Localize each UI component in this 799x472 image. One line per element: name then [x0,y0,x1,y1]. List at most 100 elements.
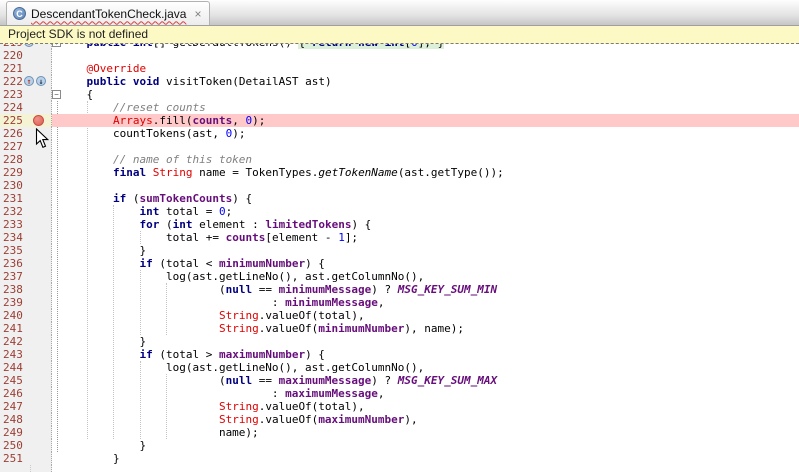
gutter[interactable]: 222↑↓ [0,75,52,88]
code-text[interactable]: log(ast.getLineNo(), ast.getColumnNo(), [60,270,799,283]
code-token: // name of this token [60,153,252,166]
code-line: 220 [0,49,799,62]
code-token: @Override [87,62,147,75]
code-text[interactable]: // name of this token [60,153,799,166]
gutter[interactable]: 225 [0,114,52,127]
tab-close-icon[interactable]: × [194,8,201,20]
fold-toggle-icon[interactable]: + [52,44,61,47]
code-token: ) { [305,348,325,361]
gutter[interactable]: 235 [0,244,52,257]
code-token: ) { [351,218,371,231]
code-token [126,75,133,88]
code-token: MSG_KEY_SUM_MAX [398,374,497,387]
gutter[interactable]: 251 [0,452,52,465]
gutter[interactable]: 244 [0,361,52,374]
code-text[interactable]: log(ast.getLineNo(), ast.getColumnNo(), [60,361,799,374]
gutter[interactable]: 240 [0,309,52,322]
gutter[interactable]: 245 [0,374,52,387]
fold-toggle-icon[interactable]: − [52,90,61,99]
code-token [60,309,219,322]
code-text[interactable]: (null == maximumMessage) ? MSG_KEY_SUM_M… [60,374,799,387]
code-text[interactable]: //reset counts [60,101,799,114]
gutter[interactable]: 232 [0,205,52,218]
code-text[interactable]: String.valueOf(maximumNumber), [60,413,799,426]
line-number: 243 [3,348,23,361]
line-number: 223 [3,88,23,101]
gutter[interactable]: 221 [0,62,52,75]
code-text[interactable]: int total = 0; [60,205,799,218]
code-token: maximumNumber [318,413,404,426]
code-text[interactable]: Arrays.fill(counts, 0); [60,114,799,127]
code-text[interactable]: if (total > maximumNumber) { [60,348,799,361]
plus-icon: + [43,44,48,48]
code-text[interactable]: final String name = TokenTypes.getTokenN… [60,166,799,179]
code-text[interactable]: String.valueOf(minimumNumber), name); [60,322,799,335]
gutter[interactable]: 234 [0,231,52,244]
line-number: 240 [3,309,23,322]
line-number: 226 [3,127,23,140]
gutter[interactable]: 241 [0,322,52,335]
gutter[interactable]: 237 [0,270,52,283]
gutter[interactable]: 229 [0,166,52,179]
code-token: ); [232,127,245,140]
code-line: 241 String.valueOf(minimumNumber), name)… [0,322,799,335]
code-token: minimumNumber [318,322,404,335]
code-text[interactable]: } [60,244,799,257]
code-text[interactable]: for (int element : limitedTokens) { [60,218,799,231]
code-token: maximumMessage [285,387,378,400]
code-text[interactable]: String.valueOf(total), [60,309,799,322]
code-token: String [153,166,193,179]
fold-strip [52,374,60,387]
gutter[interactable]: 249 [0,426,52,439]
gutter[interactable]: 224 [0,101,52,114]
code-token: == [252,374,279,387]
fold-strip [52,270,60,283]
line-number: 237 [3,270,23,283]
code-token: .valueOf( [259,322,319,335]
gutter[interactable]: 223 [0,88,52,101]
line-number: 246 [3,387,23,400]
gutter[interactable]: 247 [0,400,52,413]
code-text[interactable]: @Override [60,62,799,75]
code-text[interactable]: if (total < minimumNumber) { [60,257,799,270]
code-text[interactable]: : maximumMessage, [60,387,799,400]
gutter[interactable]: 248 [0,413,52,426]
code-text[interactable]: } [60,452,799,465]
code-text[interactable]: } [60,335,799,348]
gutter[interactable]: 230 [0,179,52,192]
file-tab[interactable]: C DescendantTokenCheck.java × [6,1,210,25]
code-text[interactable] [60,179,799,192]
code-text[interactable] [60,140,799,153]
gutter[interactable]: 233 [0,218,52,231]
code-line: 234 total += counts[element - 1]; [0,231,799,244]
gutter[interactable]: 246 [0,387,52,400]
code-text[interactable]: name); [60,426,799,439]
gutter[interactable]: 236 [0,257,52,270]
breakpoint-icon[interactable] [33,115,44,126]
code-text[interactable]: } [60,439,799,452]
code-token: ) ? [371,283,398,296]
code-text[interactable]: String.valueOf(total), [60,400,799,413]
gutter[interactable]: 228 [0,153,52,166]
gutter[interactable]: 238 [0,283,52,296]
code-text[interactable]: { [60,88,799,101]
gutter[interactable]: 239 [0,296,52,309]
code-text[interactable]: public void visitToken(DetailAST ast) [60,75,799,88]
code-text[interactable]: countTokens(ast, 0); [60,127,799,140]
line-number: 230 [3,179,23,192]
line-number: 229 [3,166,23,179]
code-line: 247 String.valueOf(total), [0,400,799,413]
code-text[interactable] [60,49,799,62]
code-token: 0 [219,205,226,218]
code-text[interactable]: : minimumMessage, [60,296,799,309]
editor-lines: 219↑++ public int[] getDefaultTokens() {… [0,44,799,465]
gutter[interactable]: 242 [0,335,52,348]
code-text[interactable]: (null == minimumMessage) ? MSG_KEY_SUM_M… [60,283,799,296]
gutter[interactable]: 231 [0,192,52,205]
gutter[interactable]: 250 [0,439,52,452]
gutter[interactable]: 243 [0,348,52,361]
code-token: total += [60,231,226,244]
code-text[interactable]: if (sumTokenCounts) { [60,192,799,205]
code-text[interactable]: total += counts[element - 1]; [60,231,799,244]
gutter[interactable]: 220 [0,49,52,62]
